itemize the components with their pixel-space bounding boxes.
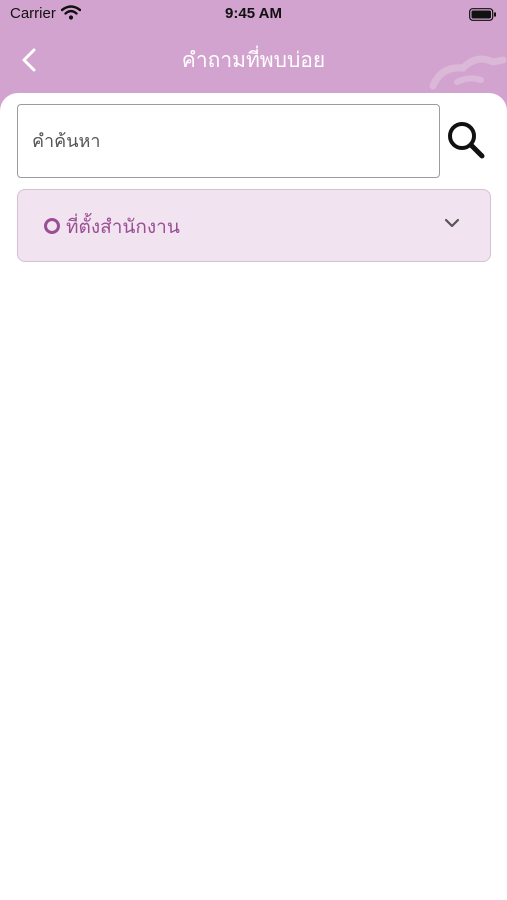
faq-item-label: ที่ตั้งสำนักงาน <box>66 216 180 238</box>
search-button[interactable] <box>444 118 490 164</box>
bullet-circle-icon <box>44 218 60 234</box>
search-field <box>17 104 440 178</box>
clock: 9:45 AM <box>225 5 282 22</box>
navigation-bar: คำถามที่พบบ่อย <box>0 30 507 90</box>
faq-item-office-location[interactable]: ที่ตั้งสำนักงาน <box>17 189 491 262</box>
search-input[interactable] <box>18 105 439 177</box>
header-decoration-icon <box>429 55 507 90</box>
battery-icon <box>469 7 497 25</box>
status-bar: Carrier 9:45 AM <box>0 0 507 28</box>
main-content: ที่ตั้งสำนักงาน <box>0 93 507 900</box>
chevron-down-icon <box>444 218 460 228</box>
search-icon <box>448 122 485 159</box>
